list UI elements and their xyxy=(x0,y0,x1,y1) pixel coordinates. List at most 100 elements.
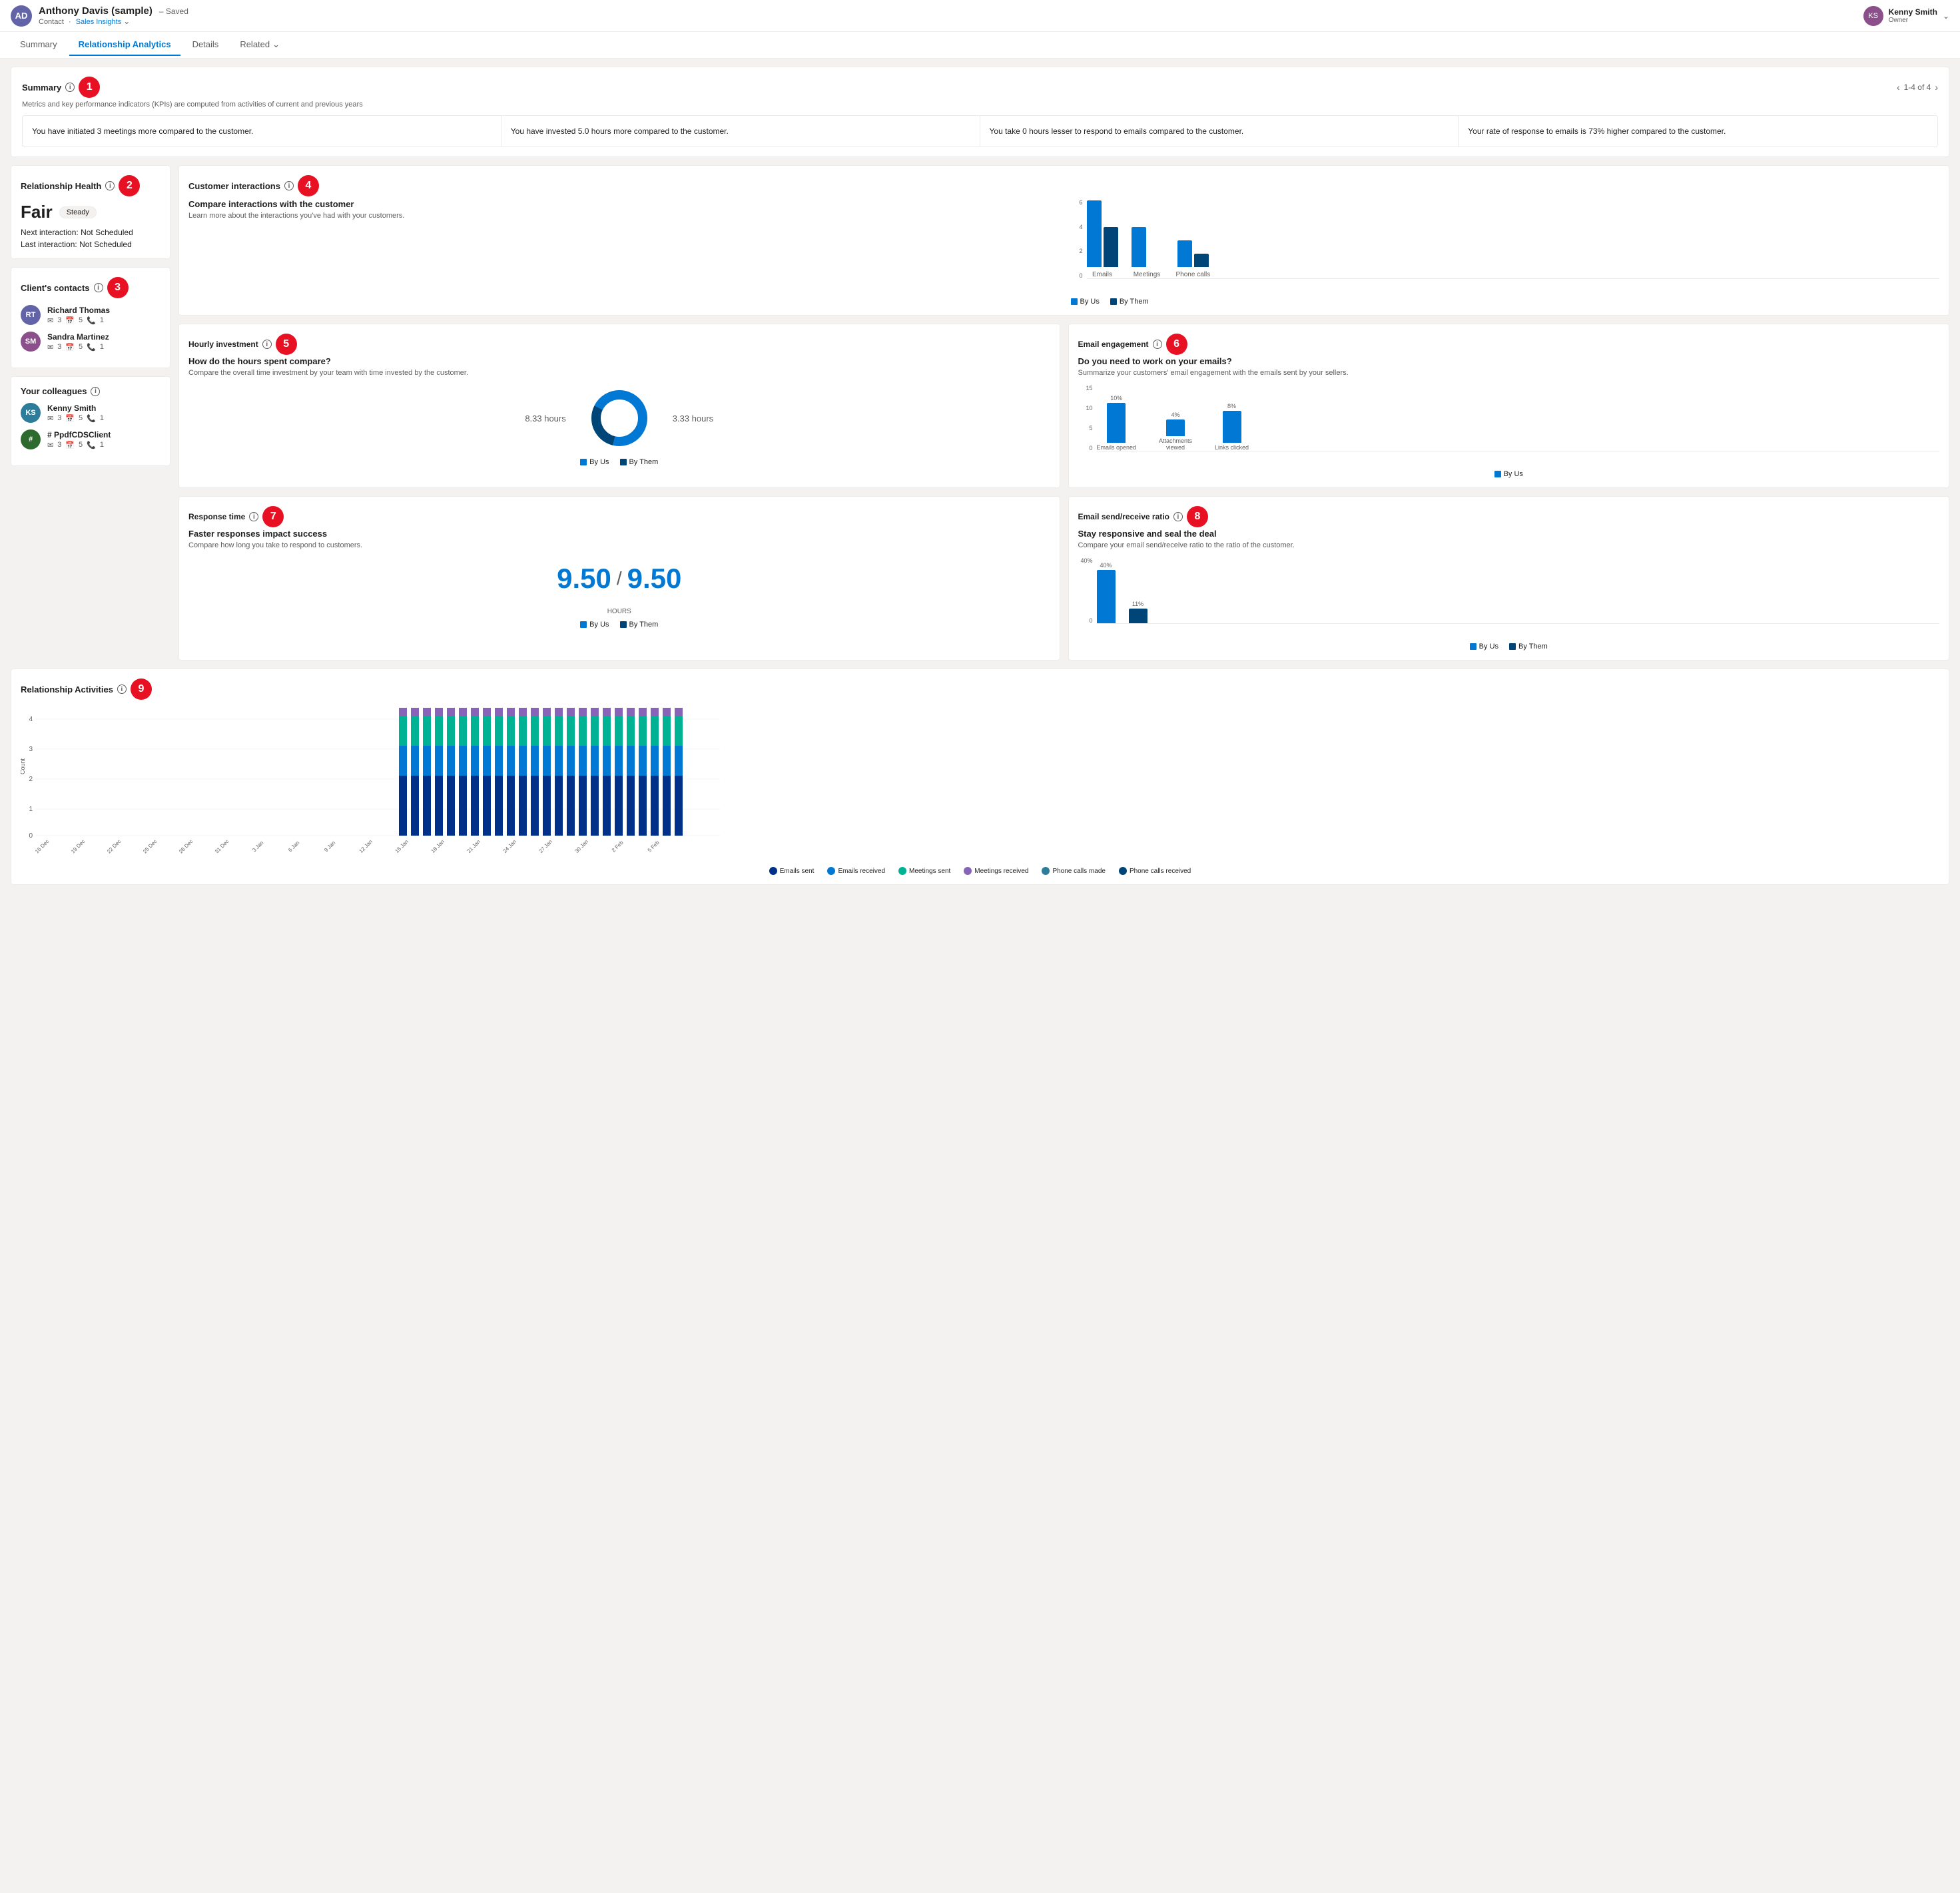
tab-summary[interactable]: Summary xyxy=(11,34,67,56)
hi-info-icon[interactable]: i xyxy=(262,340,272,349)
ra-bar-segment xyxy=(627,776,635,836)
ra-bar-segment xyxy=(435,746,443,776)
ra-legend-emails-sent-dot xyxy=(769,867,777,875)
contact-stats-sm: ✉3 📅5 📞1 xyxy=(47,343,109,352)
ee-bars-area: 10% Emails opened 4% Attachments viewed … xyxy=(1097,385,1940,451)
step-badge-7: 7 xyxy=(262,506,284,527)
ra-x-label: 19 Dec xyxy=(70,838,86,854)
ci-legend: By Us By Them xyxy=(1071,298,1940,306)
ci-bar-them-emails xyxy=(1104,227,1118,267)
svg-text:3: 3 xyxy=(29,746,33,753)
hi-title-text: Hourly investment xyxy=(188,340,258,349)
rt-val-them: 9.50 xyxy=(627,563,682,595)
ra-legend-calls-made-dot xyxy=(1042,867,1050,875)
top-header: AD Anthony Davis (sample) – Saved Contac… xyxy=(0,0,1960,32)
colleagues-info-icon[interactable]: i xyxy=(91,387,100,396)
rt-info-icon[interactable]: i xyxy=(249,512,258,521)
esr-legend-us-dot xyxy=(1470,643,1476,650)
user-info: Kenny Smith Owner xyxy=(1889,7,1937,24)
chart-row-1: Hourly investment i 5 How do the hours s… xyxy=(178,324,1949,488)
hi-legend-them-dot xyxy=(620,459,627,465)
kpi-item-1: You have invested 5.0 hours more compare… xyxy=(501,116,980,146)
tab-related[interactable]: Related ⌄ xyxy=(230,34,289,57)
next-label: Next interaction: xyxy=(21,228,79,237)
ra-bar-segment xyxy=(471,708,479,716)
hi-question: How do the hours spent compare? xyxy=(188,356,1050,366)
rt-legend-us: By Us xyxy=(580,621,609,629)
phone-icon-ks: 📞 xyxy=(87,414,96,423)
contact-stats-rt: ✉3 📅5 📞1 xyxy=(47,316,110,325)
esr-bar-us-rect xyxy=(1097,570,1116,623)
ee-legend-us: By Us xyxy=(1494,470,1523,478)
summary-info-icon[interactable]: i xyxy=(65,83,75,92)
tab-details[interactable]: Details xyxy=(183,34,228,56)
ra-legend-meetings-sent-label: Meetings sent xyxy=(909,868,950,875)
esr-legend-us: By Us xyxy=(1470,643,1498,651)
ra-x-label: 5 Feb xyxy=(647,839,661,853)
rt-sep: / xyxy=(617,568,622,589)
saved-badge: – Saved xyxy=(159,7,188,16)
rt-legend-us-label: By Us xyxy=(589,621,609,629)
rel-health-title-text: Relationship Health xyxy=(21,181,101,191)
colleague-item-0: KS Kenny Smith ✉3 📅5 📞1 xyxy=(21,403,161,423)
ra-x-label: 2 Feb xyxy=(611,839,625,853)
ra-legend-calls-made: Phone calls made xyxy=(1042,867,1106,875)
contacts-title-text: Client's contacts xyxy=(21,283,90,293)
ra-bar-segment xyxy=(579,708,587,716)
ci-bar-phonecalls: Phone calls xyxy=(1176,240,1211,278)
hi-hours-us: 8.33 hours xyxy=(525,413,565,423)
ra-x-label: 28 Dec xyxy=(178,838,194,854)
ra-bar-segment xyxy=(591,776,599,836)
user-chevron-icon[interactable]: ⌄ xyxy=(1943,11,1949,21)
rt-legend-us-dot xyxy=(580,621,587,628)
esr-info-icon[interactable]: i xyxy=(1173,512,1183,521)
tab-relationship-analytics[interactable]: Relationship Analytics xyxy=(69,34,180,56)
ra-bar-segment xyxy=(507,746,515,776)
ra-x-label: 6 Jan xyxy=(287,840,300,853)
contacts-info-icon[interactable]: i xyxy=(94,283,103,292)
ra-bar-segment xyxy=(447,776,455,836)
related-chevron-icon: ⌄ xyxy=(272,39,280,50)
ee-info-icon[interactable]: i xyxy=(1153,340,1162,349)
ra-bar-segment xyxy=(435,708,443,716)
hi-hours-them-text: 3.33 hours xyxy=(673,413,713,423)
ra-x-label: 3 Jan xyxy=(251,840,264,853)
app-chevron-icon[interactable]: ⌄ xyxy=(123,17,130,26)
kpi-item-0: You have initiated 3 meetings more compa… xyxy=(23,116,501,146)
hi-desc: Compare the overall time investment by y… xyxy=(188,369,1050,377)
ee-chart: 151050 10% Emails opened 4% Att xyxy=(1078,385,1940,465)
contact-item-1: SM Sandra Martinez ✉3 📅5 📞1 xyxy=(21,332,161,352)
hi-legend-us: By Us xyxy=(580,458,609,466)
esr-y-axis: 40%0 xyxy=(1078,557,1093,624)
ra-bar-segment xyxy=(519,716,527,746)
rel-health-info-icon[interactable]: i xyxy=(105,181,115,190)
ee-label-links: Links clicked xyxy=(1215,444,1249,451)
esr-title: Email send/receive ratio i 8 xyxy=(1078,506,1940,527)
rt-title-text: Response time xyxy=(188,512,245,521)
ra-legend-meetings-received-dot xyxy=(964,867,972,875)
ra-bar-segment xyxy=(651,746,659,776)
ra-bar-segment xyxy=(591,716,599,746)
page-next-icon[interactable]: › xyxy=(1935,82,1938,93)
esr-legend: By Us By Them xyxy=(1078,643,1940,651)
summary-title: Summary i 1 xyxy=(22,77,100,98)
email-icon: ✉ xyxy=(47,316,53,325)
app-name[interactable]: Sales Insights xyxy=(76,18,121,26)
ra-x-label: 27 Jan xyxy=(538,839,553,854)
pagination-text: 1-4 of 4 xyxy=(1904,83,1931,92)
colleague-details-pp: # PpdfCDSClient ✉3 📅5 📞1 xyxy=(47,430,111,449)
colleagues-title-text: Your colleagues xyxy=(21,386,87,396)
page-prev-icon[interactable]: ‹ xyxy=(1897,82,1900,93)
ra-info-icon[interactable]: i xyxy=(117,684,127,694)
ci-info-icon[interactable]: i xyxy=(284,181,294,190)
rt-legend-them-dot xyxy=(620,621,627,628)
next-interaction: Next interaction: Not Scheduled xyxy=(21,228,161,237)
ci-bar-meetings: Meetings xyxy=(1132,227,1163,278)
ra-bar-segment xyxy=(639,716,647,746)
ra-bar-segment xyxy=(495,716,503,746)
ee-desc: Summarize your customers' email engageme… xyxy=(1078,369,1940,377)
hi-legend-them-label: By Them xyxy=(629,458,659,466)
ra-bar-segment xyxy=(615,746,623,776)
step-badge-5: 5 xyxy=(276,334,297,355)
hourly-investment-card: Hourly investment i 5 How do the hours s… xyxy=(178,324,1060,488)
